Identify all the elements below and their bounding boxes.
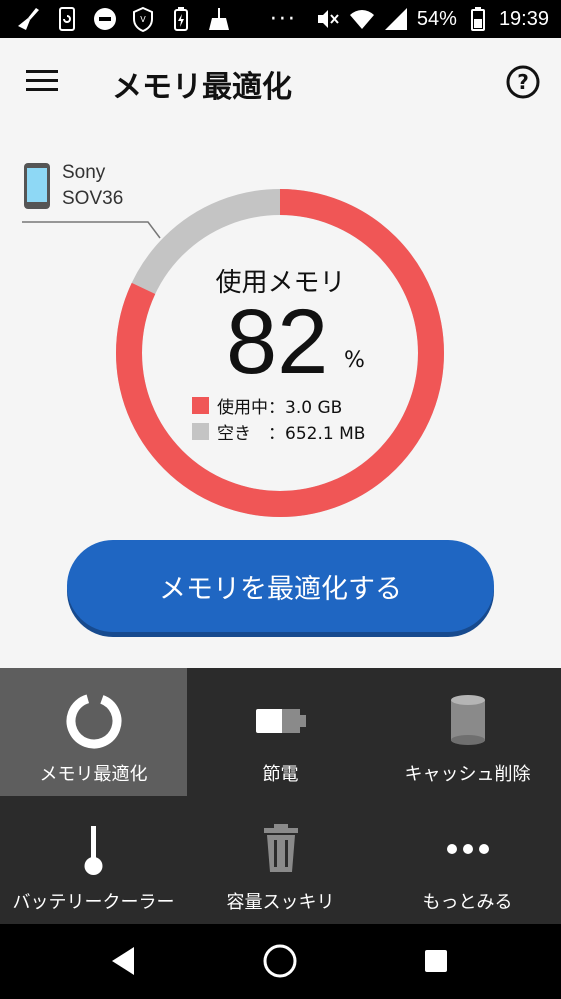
tile-label: もっとみる [422, 892, 513, 913]
menu-button[interactable] [22, 64, 62, 100]
recents-button[interactable] [416, 941, 456, 981]
tile-battery-cooler[interactable]: バッテリークーラー [0, 796, 187, 961]
broom-icon [16, 6, 42, 32]
back-triangle-icon [112, 947, 134, 975]
tile-cache-clear[interactable]: キャッシュ削除 [374, 668, 561, 796]
battery-percent: 54% [416, 7, 457, 30]
phone-sync-icon [54, 6, 80, 32]
svg-text:?: ? [517, 70, 529, 94]
more-notifications-icon: ··· [269, 6, 297, 32]
tile-label: 容量スッキリ [226, 892, 335, 913]
memory-percent: 82 [226, 291, 329, 393]
help-button[interactable]: ? [505, 64, 541, 100]
battery-charging-icon [168, 6, 194, 32]
tile-label: バッテリークーラー [12, 892, 175, 913]
device-pointer-line [22, 221, 161, 239]
home-circle-icon [263, 944, 297, 978]
tile-label: キャッシュ削除 [404, 764, 531, 785]
used-swatch [192, 396, 209, 414]
mute-icon [315, 6, 341, 32]
legend-used: 使用中：3.0 GB [192, 394, 343, 418]
cylinder-icon [450, 695, 485, 745]
free-swatch [192, 422, 209, 440]
tile-storage-cleanup[interactable]: 容量スッキリ [187, 796, 374, 924]
tile-power-saving[interactable]: 節電 [187, 668, 374, 796]
do-not-disturb-icon [92, 6, 118, 32]
used-label: 使用中：3.0 GB [217, 397, 343, 418]
navigation-bar [0, 924, 561, 999]
battery-icon [465, 6, 491, 32]
tile-more[interactable]: もっとみる [374, 796, 561, 924]
app-bar: メモリ最適化 ? [0, 38, 561, 126]
optimize-memory-button[interactable]: メモリを最適化する [67, 540, 494, 632]
home-button[interactable] [260, 941, 300, 981]
signal-icon [383, 6, 409, 32]
more-icon [446, 844, 489, 854]
free-label: 空き ：652.1 MB [217, 423, 366, 444]
back-button[interactable] [104, 941, 144, 981]
battery-icon [255, 709, 306, 733]
status-bar: V ··· 54% 19:39 [0, 0, 561, 38]
clock: 19:39 [498, 7, 549, 30]
thermometer-icon [84, 826, 102, 875]
recents-square-icon [425, 950, 447, 972]
shield-icon: V [130, 6, 156, 32]
percent-unit: % [344, 348, 365, 373]
ring-icon [66, 693, 121, 749]
legend-free: 空き ：652.1 MB [192, 420, 366, 444]
tile-memory-optimize[interactable]: メモリ最適化 [0, 668, 187, 796]
broom-icon [206, 6, 232, 32]
wifi-icon [349, 6, 375, 32]
feature-grid: メモリ最適化 節電 キャッシュ削除 バッテリークーラー 容量スッキリ もっとみる [0, 668, 561, 961]
svg-text:V: V [140, 15, 146, 24]
tile-label: メモリ最適化 [39, 764, 148, 785]
trash-icon [263, 824, 298, 872]
page-title: メモリ最適化 [112, 70, 292, 105]
help-icon: ? [506, 65, 540, 99]
hamburger-icon [26, 70, 58, 91]
tile-label: 節電 [262, 764, 299, 785]
